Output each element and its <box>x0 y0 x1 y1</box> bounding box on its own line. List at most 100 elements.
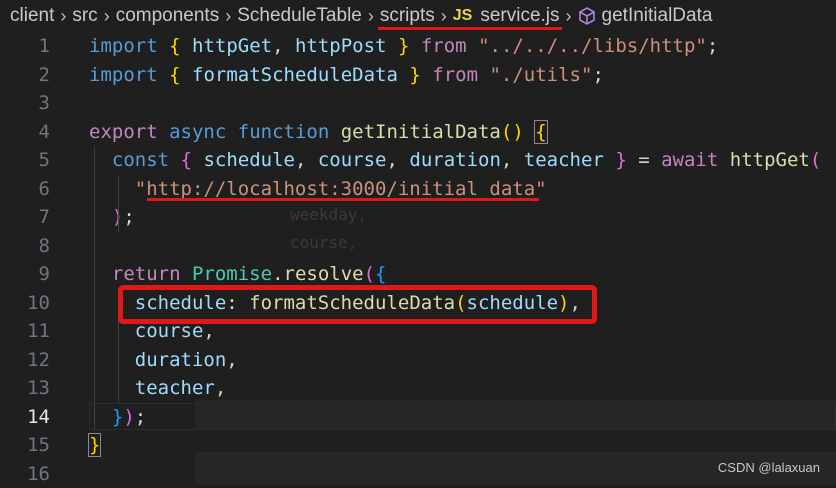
code-token <box>718 149 729 171</box>
breadcrumb-item-src[interactable]: src <box>72 5 97 27</box>
code-token: , <box>501 149 524 171</box>
code-token: } <box>398 35 409 57</box>
code-token: resolve <box>284 263 364 285</box>
line-number: 2 <box>0 61 50 90</box>
code-token: teacher <box>135 377 215 399</box>
code-token <box>181 64 192 86</box>
code-token <box>89 263 112 285</box>
code-token: course <box>318 149 387 171</box>
code-token: "../../../libs/http" <box>478 35 707 57</box>
code-token: httpGet <box>730 149 810 171</box>
code-token: function <box>238 121 330 143</box>
code-token: { <box>375 263 386 285</box>
code-token: } <box>409 64 420 86</box>
code-token: "./utils" <box>489 64 592 86</box>
code-token <box>89 178 135 200</box>
code-token: } <box>615 149 626 171</box>
code-token <box>524 121 535 143</box>
line-number: 4 <box>0 118 50 147</box>
annotation-underline <box>378 27 562 30</box>
code-token: ; <box>123 206 134 228</box>
code-text: } <box>89 431 100 460</box>
line-number: 1 <box>0 32 50 61</box>
code-token: { <box>169 64 180 86</box>
code-token: ; <box>592 64 603 86</box>
code-token <box>467 35 478 57</box>
code-token <box>386 35 397 57</box>
code-token: , <box>226 349 237 371</box>
code-token: ( <box>810 149 821 171</box>
line-number: 12 <box>0 346 50 375</box>
code-token <box>158 64 169 86</box>
breadcrumb-item-scheduletable[interactable]: ScheduleTable <box>237 5 362 27</box>
code-token <box>181 35 192 57</box>
indent-guide <box>94 147 95 431</box>
code-token <box>421 64 432 86</box>
breadcrumb-item-components[interactable]: components <box>116 5 220 27</box>
code-token: from <box>421 35 467 57</box>
code-text: import { formatScheduleData } from "./ut… <box>89 61 604 90</box>
code-text: import { httpGet, httpPost } from "../..… <box>89 32 718 61</box>
breadcrumb-item-scripts[interactable]: scripts <box>380 5 435 27</box>
chevron-right-icon: › <box>60 6 66 27</box>
code-token: httpPost <box>295 35 387 57</box>
breadcrumb-item-client[interactable]: client <box>10 5 54 27</box>
code-line[interactable]: 8 <box>0 232 836 261</box>
code-token: = <box>627 149 661 171</box>
code-line[interactable]: 7 ); <box>0 203 836 232</box>
chevron-right-icon: › <box>225 6 231 27</box>
chevron-right-icon: › <box>368 6 374 27</box>
code-token: formatScheduleData <box>192 64 398 86</box>
code-line[interactable]: 16 <box>0 460 836 488</box>
annotation-highlight-box <box>118 285 597 324</box>
chevron-right-icon: › <box>104 6 110 27</box>
line-number: 10 <box>0 289 50 318</box>
code-line[interactable]: 15} <box>0 431 836 460</box>
chevron-right-icon: › <box>566 6 572 27</box>
line-number: 5 <box>0 146 50 175</box>
annotation-underline-url <box>147 198 539 201</box>
code-token: , <box>295 149 318 171</box>
code-text: ); <box>89 203 135 232</box>
code-token: , <box>272 35 295 57</box>
code-token <box>478 64 489 86</box>
code-token <box>158 35 169 57</box>
code-token: ( <box>364 263 375 285</box>
code-token: from <box>432 64 478 86</box>
breadcrumb-item-service-js[interactable]: service.js <box>480 5 559 27</box>
code-token <box>398 64 409 86</box>
code-token: () <box>501 121 524 143</box>
code-line[interactable]: 5 const { schedule, course, duration, te… <box>0 146 836 175</box>
code-token <box>181 263 192 285</box>
code-token: httpGet <box>192 35 272 57</box>
code-token: { <box>181 149 192 171</box>
code-token <box>169 149 180 171</box>
code-token: import <box>89 35 158 57</box>
code-line[interactable]: 3 <box>0 89 836 118</box>
code-token: export <box>89 121 158 143</box>
line-number: 6 <box>0 175 50 204</box>
line-number: 3 <box>0 89 50 118</box>
code-line[interactable]: 1 import { httpGet, httpPost } from "../.… <box>0 32 836 61</box>
code-token: getInitialData <box>341 121 501 143</box>
code-token: Promise <box>192 263 272 285</box>
code-token: } <box>89 434 100 456</box>
code-token: async <box>169 121 226 143</box>
code-token: const <box>112 149 169 171</box>
code-token <box>226 121 237 143</box>
code-text: const { schedule, course, duration, teac… <box>89 146 821 175</box>
code-token <box>89 149 112 171</box>
code-line[interactable]: 4export async function getInitialData() … <box>0 118 836 147</box>
code-token: teacher <box>524 149 604 171</box>
code-token <box>192 149 203 171</box>
code-token <box>329 121 340 143</box>
code-text: duration, <box>89 346 238 375</box>
code-line[interactable]: 12 duration, <box>0 346 836 375</box>
code-text: teacher, <box>89 374 226 403</box>
code-token <box>89 377 135 399</box>
code-token: { <box>169 35 180 57</box>
code-line[interactable]: 13 teacher, <box>0 374 836 403</box>
code-line[interactable]: 2 import { formatScheduleData } from "./u… <box>0 61 836 90</box>
breadcrumb-item-getinitialdata[interactable]: getInitialData <box>602 5 713 27</box>
line-number: 15 <box>0 431 50 460</box>
